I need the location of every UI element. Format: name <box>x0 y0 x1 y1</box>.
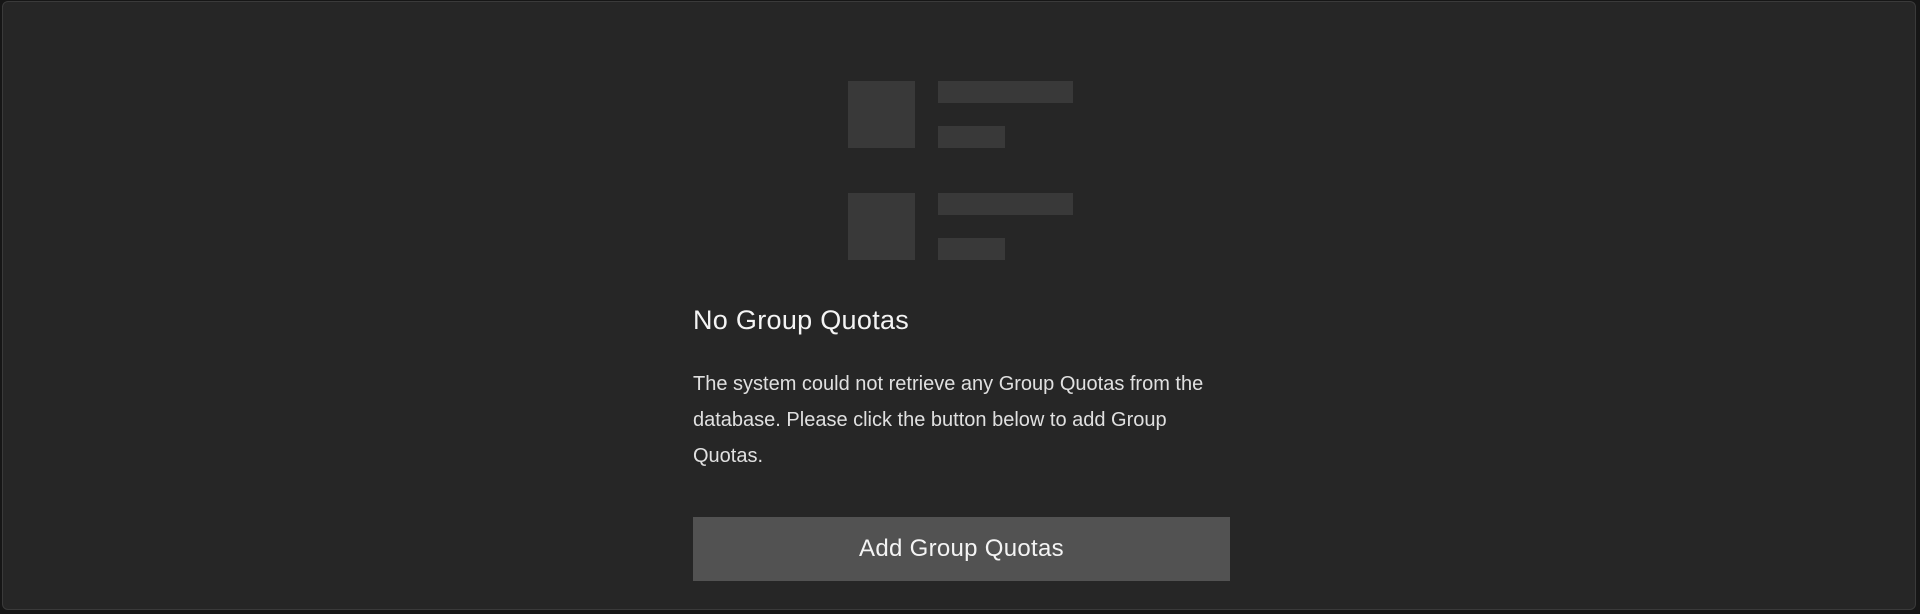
empty-state-panel: No Group Quotas The system could not ret… <box>2 1 1916 610</box>
placeholder-square-1 <box>848 81 915 148</box>
empty-state-title: No Group Quotas <box>693 305 910 335</box>
placeholder-line-long-2 <box>938 193 1073 215</box>
placeholder-line-short-2 <box>938 238 1005 260</box>
placeholder-line-long-1 <box>938 81 1073 103</box>
empty-list-illustration <box>848 81 1074 261</box>
placeholder-square-2 <box>848 193 915 260</box>
placeholder-line-short-1 <box>938 126 1005 148</box>
empty-state-description: The system could not retrieve any Group … <box>693 373 1204 467</box>
add-group-quotas-button[interactable]: Add Group Quotas <box>693 517 1230 581</box>
empty-state-content: No Group Quotas The system could not ret… <box>693 298 1231 581</box>
